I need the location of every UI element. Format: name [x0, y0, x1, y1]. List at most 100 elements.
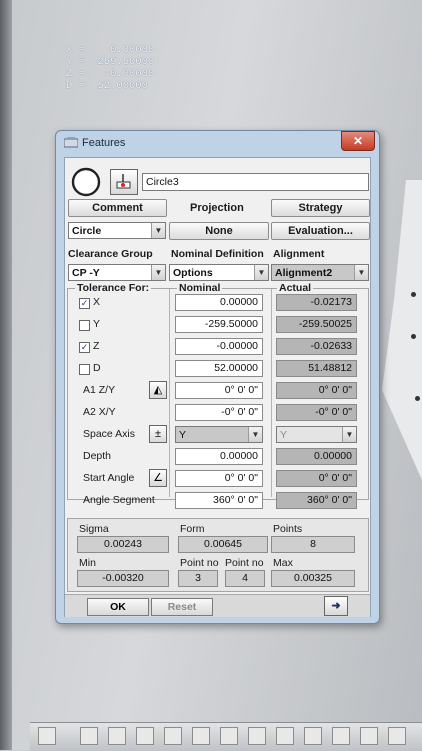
nominal-d-field[interactable]: 52.00000 [175, 360, 263, 377]
row-label-start-angle: Start Angle [83, 472, 135, 484]
row-label-depth: Depth [83, 450, 112, 462]
dialog-body: Circle3 Comment Projection Strategy Circ… [64, 157, 371, 617]
actual-d-field: 51.48812 [276, 360, 357, 377]
nominal-column-header: Nominal [177, 282, 223, 294]
toolbar-tool-icon[interactable] [80, 727, 98, 745]
cad-point [415, 396, 420, 401]
tolerance-d-checkbox[interactable] [79, 364, 90, 375]
toolbar-tool-icon[interactable] [304, 727, 322, 745]
form-label: Form [180, 523, 205, 535]
plus-minus-icon[interactable]: ± [149, 425, 167, 443]
actual-z-field: -0.02633 [276, 338, 357, 355]
actual-y-field: -259.50025 [276, 316, 357, 333]
point-no-1-value: 3 [178, 570, 218, 587]
circle-feature-icon[interactable] [71, 167, 101, 197]
point-no-2-label: Point no [225, 557, 264, 569]
toolbar-tool-icon[interactable] [332, 727, 350, 745]
features-window-icon [64, 137, 78, 148]
feature-name-text: Circle3 [146, 176, 179, 188]
nominal-definition-select[interactable]: Options ▼ [169, 264, 269, 281]
strategy-button[interactable]: Strategy [271, 199, 370, 217]
nominal-depth-field[interactable]: 0.00000 [175, 448, 263, 465]
tolerance-y-checkbox[interactable] [79, 320, 90, 331]
nominal-z-field[interactable]: -0.00000 [175, 338, 263, 355]
coord-d: D = 52.00000 [66, 80, 148, 92]
alignment-value: Alignment2 [275, 267, 333, 279]
toolbar-tool-icon[interactable] [108, 727, 126, 745]
nominal-x-field[interactable]: 0.00000 [175, 294, 263, 311]
evaluation-button[interactable]: Evaluation... [271, 222, 370, 240]
feature-type-select[interactable]: Circle ▼ [68, 222, 166, 239]
monitor-bezel [0, 0, 12, 750]
nominal-a1-field[interactable]: 0° 0' 0" [175, 382, 263, 399]
clearance-group-label: Clearance Group [68, 248, 153, 260]
actual-angle-segment-field: 360° 0' 0" [276, 492, 357, 509]
clearance-group-select[interactable]: CP -Y ▼ [68, 264, 166, 281]
coord-z: Z = -0.00000 [66, 68, 155, 80]
chevron-down-icon: ▼ [354, 265, 368, 280]
min-value: -0.00320 [77, 570, 169, 587]
min-label: Min [79, 557, 96, 569]
none-button[interactable]: None [169, 222, 269, 240]
actual-a2-field: -0° 0' 0" [276, 404, 357, 421]
space-axis-nominal-select[interactable]: Y ▼ [175, 426, 263, 443]
actual-x-field: -0.02173 [276, 294, 357, 311]
tolerance-for-label: Tolerance For: [75, 282, 152, 294]
arrow-right-icon[interactable]: ➜ [324, 596, 348, 616]
toolbar-tool-icon[interactable] [136, 727, 154, 745]
toolbar-tool-icon[interactable] [360, 727, 378, 745]
ok-button[interactable]: OK [87, 598, 149, 616]
column-divider [271, 289, 272, 497]
nominal-start-angle-field[interactable]: 0° 0' 0" [175, 470, 263, 487]
nominal-y-field[interactable]: -259.50000 [175, 316, 263, 333]
angle-triangle-icon[interactable]: ◭ [149, 381, 167, 399]
tolerance-x-checkbox[interactable]: ✓ [79, 298, 90, 309]
toolbar-tool-icon[interactable] [248, 727, 266, 745]
close-icon[interactable]: ✕ [341, 131, 375, 151]
toolbar-tool-icon[interactable] [164, 727, 182, 745]
toolbar-tool-icon[interactable] [276, 727, 294, 745]
title-bar[interactable]: Features ✕ [56, 131, 379, 155]
chevron-down-icon: ▼ [151, 265, 165, 280]
cad-point [411, 334, 416, 339]
chevron-down-icon: ▼ [254, 265, 268, 280]
chevron-down-icon: ▼ [248, 427, 262, 442]
toolbar-tool-icon[interactable] [192, 727, 210, 745]
space-axis-actual-value: Y [280, 429, 288, 441]
feature-type-value: Circle [72, 225, 102, 237]
coord-y: Y = -259.50000 [66, 56, 155, 68]
actual-a1-field: 0° 0' 0" [276, 382, 357, 399]
coordinate-readout: X = 0.00000 Y = -259.50000 Z = -0.00000 … [66, 44, 154, 92]
nominal-a2-field[interactable]: -0° 0' 0" [175, 404, 263, 421]
points-label: Points [273, 523, 303, 535]
row-label-d: D [93, 362, 101, 374]
nominal-angle-segment-field[interactable]: 360° 0' 0" [175, 492, 263, 509]
max-label: Max [273, 557, 293, 569]
column-divider [169, 289, 170, 497]
cad-point [411, 292, 416, 297]
projection-label: Projection [190, 202, 244, 214]
alignment-select[interactable]: Alignment2 ▼ [271, 264, 369, 281]
sigma-value: 0.00243 [77, 536, 169, 553]
form-value: 0.00645 [178, 536, 268, 553]
toolbar-tool-icon[interactable] [220, 727, 238, 745]
row-label-a1: A1 Z/Y [83, 384, 116, 396]
toolbar-tool-icon[interactable] [38, 727, 56, 745]
max-value: 0.00325 [271, 570, 355, 587]
start-angle-icon[interactable]: ∠ [149, 469, 167, 487]
clearance-group-value: CP -Y [72, 267, 100, 279]
actual-depth-field: 0.00000 [276, 448, 357, 465]
reset-button[interactable]: Reset [151, 598, 213, 616]
sigma-label: Sigma [79, 523, 109, 535]
space-axis-actual-select: Y ▼ [276, 426, 357, 443]
probe-icon[interactable] [110, 169, 138, 195]
row-label-x: X [93, 296, 101, 308]
feature-name-field[interactable]: Circle3 [142, 173, 369, 191]
tolerance-z-checkbox[interactable]: ✓ [79, 342, 90, 353]
comment-button[interactable]: Comment [68, 199, 167, 217]
actual-column-header: Actual [277, 282, 314, 294]
toolbar-tool-icon[interactable] [388, 727, 406, 745]
features-dialog: Features ✕ Circle3 Comment Projection St… [55, 130, 380, 624]
actual-start-angle-field: 0° 0' 0" [276, 470, 357, 487]
cad-toolbar [30, 722, 422, 751]
